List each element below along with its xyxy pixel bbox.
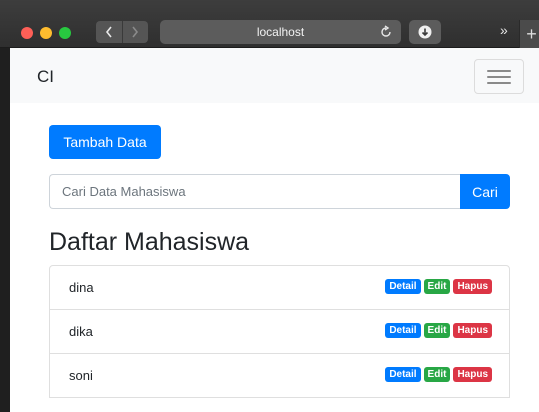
search-button[interactable]: Cari: [460, 174, 510, 209]
search-group: Cari Data Mahasiswa Cari: [49, 174, 510, 209]
student-list: dina Detail Edit Hapus dika Detail Edit …: [49, 265, 510, 398]
edit-button[interactable]: Edit: [423, 323, 451, 338]
page-title: Daftar Mahasiswa: [49, 228, 250, 256]
address-text: localhost: [256, 25, 305, 39]
detail-button[interactable]: Detail: [385, 279, 421, 294]
delete-button[interactable]: Hapus: [453, 367, 492, 382]
more-chevrons-icon[interactable]: »: [500, 22, 508, 38]
minimize-window-button[interactable]: [40, 27, 52, 39]
action-badges: Detail Edit Hapus: [385, 323, 492, 338]
list-item: dika Detail Edit Hapus: [49, 309, 510, 354]
forward-button[interactable]: [121, 21, 149, 43]
download-icon: [418, 25, 432, 39]
delete-button[interactable]: Hapus: [453, 323, 492, 338]
new-tab-button[interactable]: +: [519, 20, 539, 48]
action-badges: Detail Edit Hapus: [385, 279, 492, 294]
chevron-right-icon: [132, 26, 139, 38]
hamburger-icon: [487, 76, 511, 78]
detail-button[interactable]: Detail: [385, 323, 421, 338]
zoom-window-button[interactable]: [59, 27, 71, 39]
close-window-button[interactable]: [21, 27, 33, 39]
student-name: soni: [69, 368, 93, 383]
student-name: dika: [69, 324, 93, 339]
reload-icon[interactable]: [379, 25, 393, 39]
edit-button[interactable]: Edit: [423, 367, 451, 382]
chevron-left-icon: [105, 26, 112, 38]
list-item: soni Detail Edit Hapus: [49, 353, 510, 398]
back-button[interactable]: [96, 21, 122, 43]
navbar: CI: [10, 48, 539, 103]
page-viewport: CI Tambah Data Cari Data Mahasiswa Cari …: [0, 48, 539, 412]
history-nav: [96, 21, 148, 43]
hamburger-icon: [487, 82, 511, 84]
hamburger-icon: [487, 70, 511, 72]
navbar-brand[interactable]: CI: [37, 67, 54, 87]
detail-button[interactable]: Detail: [385, 367, 421, 382]
action-badges: Detail Edit Hapus: [385, 367, 492, 382]
edit-button[interactable]: Edit: [423, 279, 451, 294]
navbar-toggler[interactable]: [474, 59, 524, 94]
address-bar[interactable]: localhost: [160, 20, 401, 44]
downloads-button[interactable]: [409, 20, 441, 44]
search-input[interactable]: Cari Data Mahasiswa: [49, 174, 460, 209]
browser-titlebar: localhost » +: [0, 0, 539, 48]
add-data-button[interactable]: Tambah Data: [49, 125, 161, 159]
delete-button[interactable]: Hapus: [453, 279, 492, 294]
list-item: dina Detail Edit Hapus: [49, 265, 510, 310]
student-name: dina: [69, 280, 94, 295]
